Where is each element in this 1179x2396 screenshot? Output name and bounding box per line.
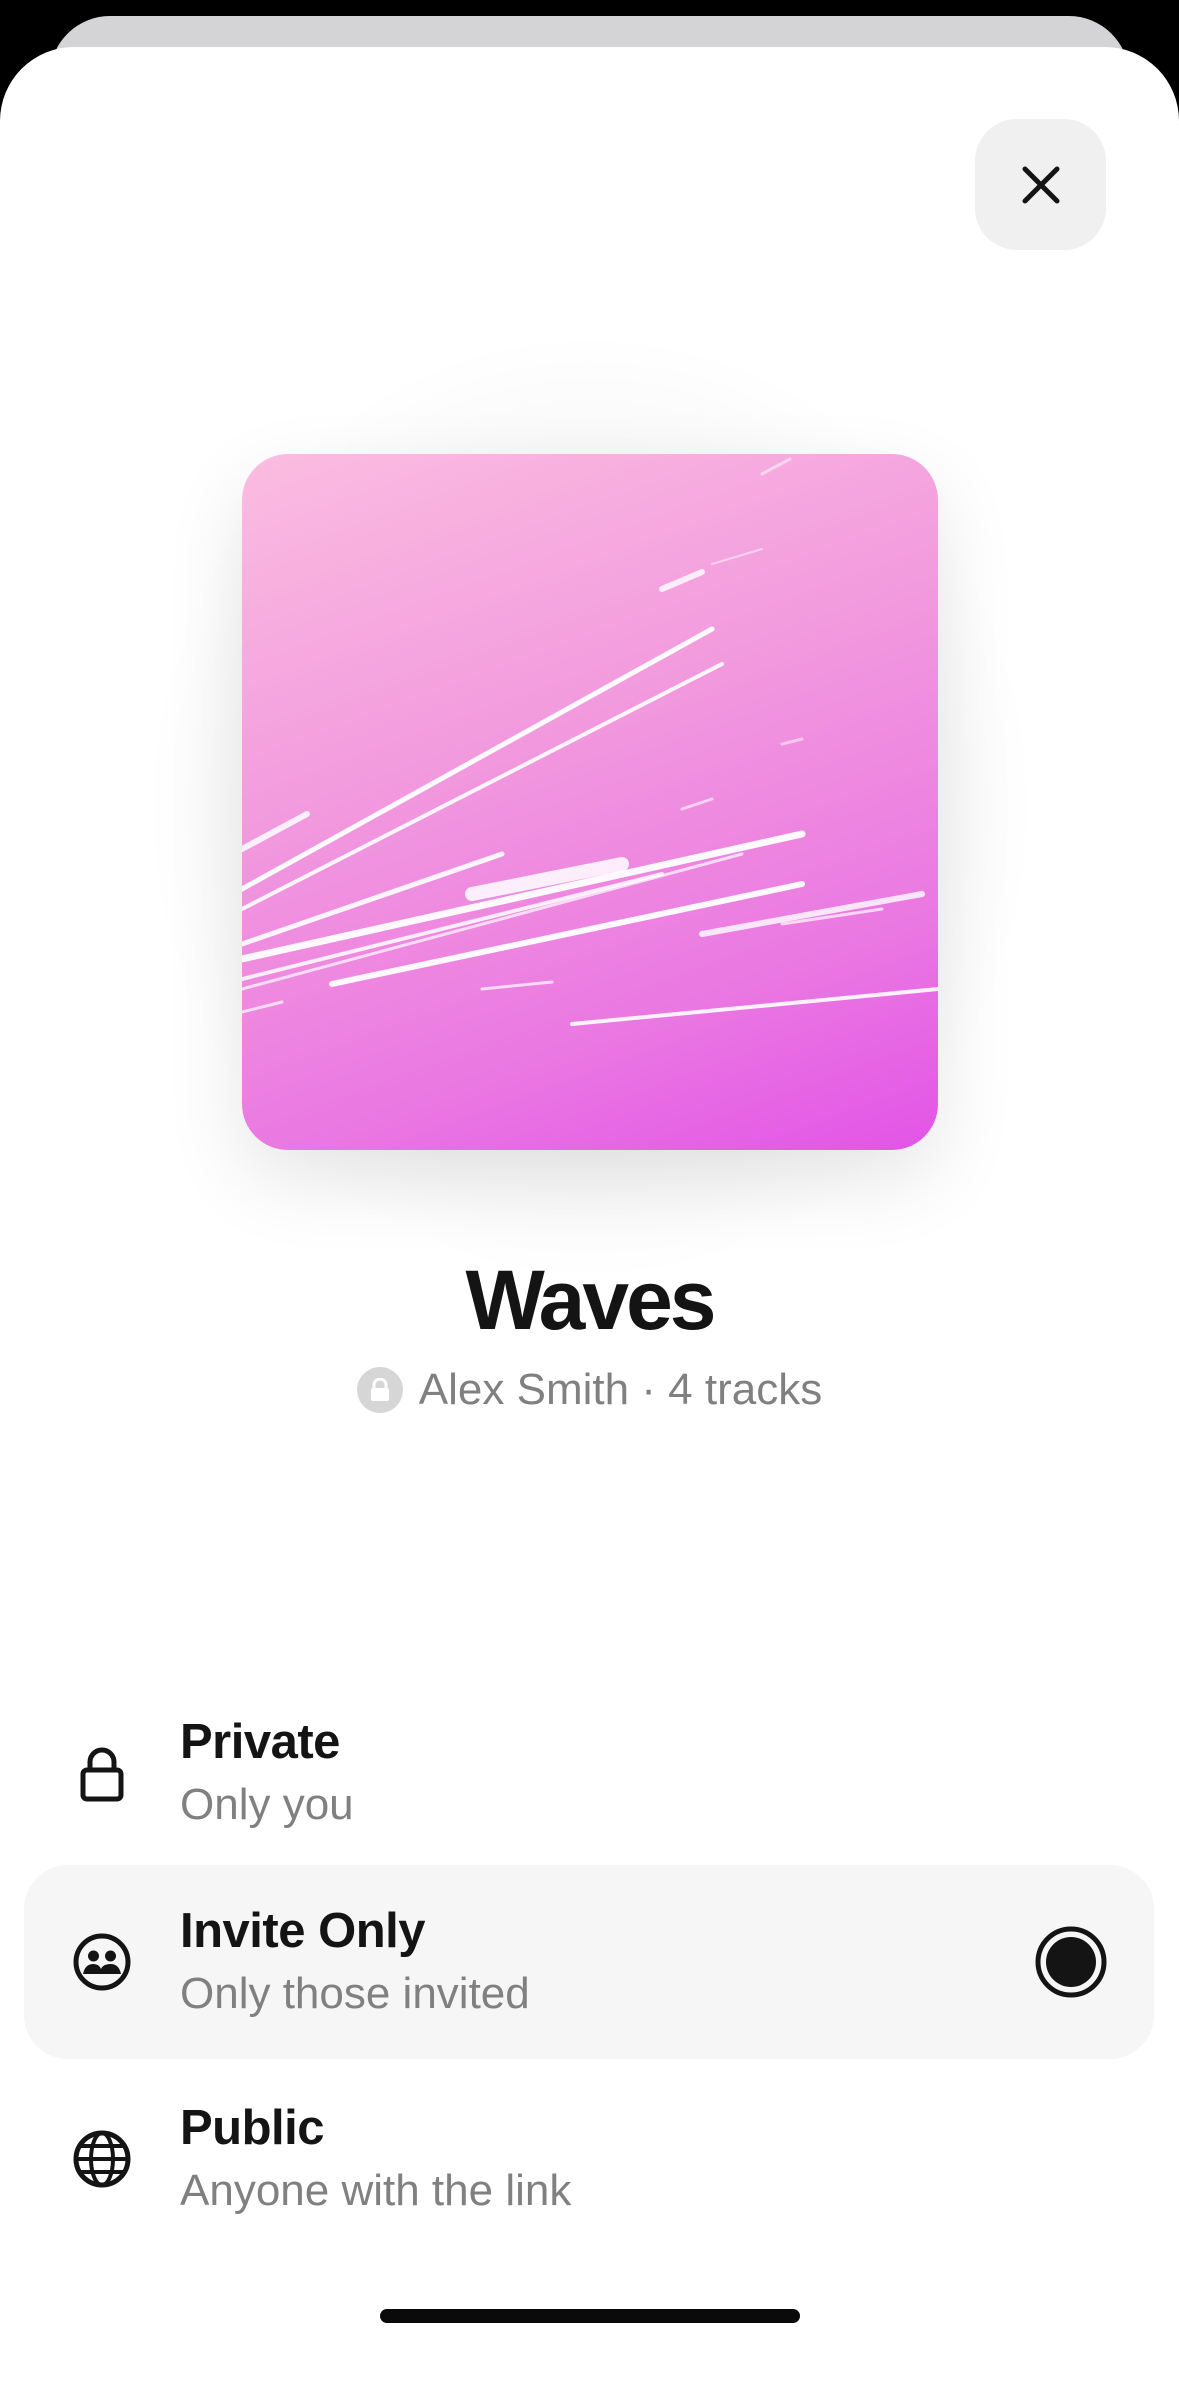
playlist-cover bbox=[242, 454, 938, 1150]
close-icon bbox=[1022, 166, 1059, 203]
option-invite-only[interactable]: Invite Only Only those invited bbox=[24, 1865, 1154, 2059]
privacy-sheet: Waves Alex Smith · 4 tracks Private Only… bbox=[0, 47, 1179, 2396]
lock-icon bbox=[80, 1747, 124, 1802]
people-icon bbox=[73, 1933, 131, 1991]
option-subtitle: Only you bbox=[180, 1780, 354, 1829]
close-button[interactable] bbox=[975, 119, 1106, 250]
radio-selected-icon[interactable] bbox=[1034, 1925, 1108, 1999]
playlist-meta-text: Alex Smith · 4 tracks bbox=[418, 1365, 823, 1414]
playlist-meta: Alex Smith · 4 tracks bbox=[0, 1365, 1179, 1415]
option-title: Public bbox=[180, 2101, 325, 2155]
playlist-title: Waves bbox=[465, 1253, 716, 1347]
option-title: Private bbox=[180, 1715, 340, 1769]
option-private[interactable]: Private Only you bbox=[24, 1676, 1154, 1870]
option-subtitle: Anyone with the link bbox=[180, 2166, 572, 2215]
option-public[interactable]: Public Anyone with the link bbox=[24, 2062, 1154, 2256]
option-subtitle: Only those invited bbox=[180, 1969, 530, 2018]
option-title: Invite Only bbox=[180, 1904, 426, 1958]
lock-badge-icon bbox=[356, 1367, 403, 1413]
globe-icon bbox=[73, 2130, 131, 2188]
home-indicator bbox=[380, 2309, 800, 2323]
